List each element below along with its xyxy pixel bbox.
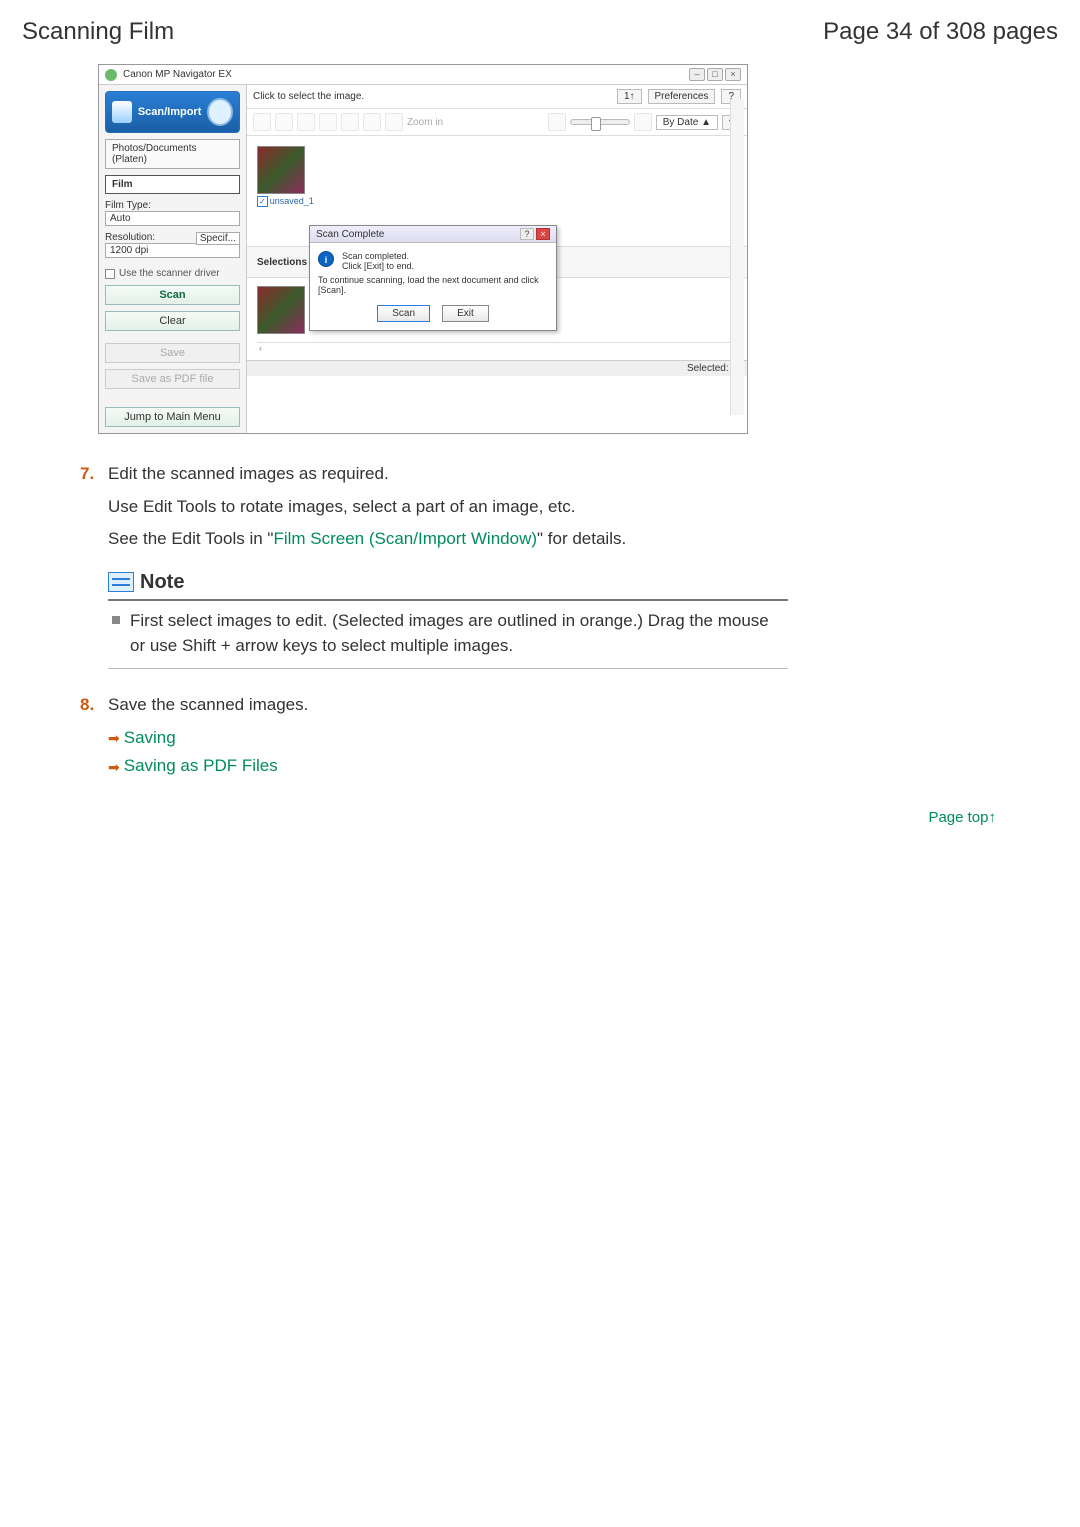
zoom-label: Zoom in: [407, 117, 443, 128]
crop-icon: [341, 113, 359, 131]
dialog-help-button[interactable]: ?: [520, 228, 534, 240]
screenshot: Canon MP Navigator EX – □ × Scan/Import …: [98, 64, 748, 434]
selection-thumbnail[interactable]: [257, 286, 305, 334]
thumbnail-caption: unsaved_1: [270, 196, 314, 206]
grid-icon: [275, 113, 293, 131]
dialog-scan-button[interactable]: Scan: [377, 305, 430, 322]
save-pdf-button: Save as PDF file: [105, 369, 240, 389]
scrollbar[interactable]: [730, 99, 744, 415]
dialog-line2: Click [Exit] to end.: [342, 261, 414, 271]
arrow-icon: ➡: [108, 757, 120, 777]
dialog-title: Scan Complete: [316, 229, 384, 240]
bullet-icon: [112, 616, 120, 624]
info-icon: i: [318, 251, 334, 267]
save-button: Save: [105, 343, 240, 363]
tab-photos[interactable]: Photos/Documents (Platen): [105, 139, 240, 169]
thumb-size-slider[interactable]: [570, 119, 630, 125]
dialog-line1: Scan completed.: [342, 251, 414, 261]
note-icon: [108, 572, 134, 592]
scan-button[interactable]: Scan: [105, 285, 240, 305]
dialog-close-button[interactable]: ×: [536, 228, 550, 240]
dialog-line3: To continue scanning, load the next docu…: [318, 275, 548, 295]
dialog-exit-button[interactable]: Exit: [442, 305, 489, 322]
sort-toggle[interactable]: 1↑: [617, 89, 642, 104]
scan-import-label: Scan/Import: [138, 106, 202, 118]
thumb-checkbox[interactable]: ✓: [257, 196, 268, 207]
app-icon: [105, 69, 117, 81]
page-title: Scanning Film: [22, 18, 174, 46]
use-scanner-driver-checkbox[interactable]: Use the scanner driver: [105, 268, 240, 279]
select-all-icon: [253, 113, 271, 131]
sort-select[interactable]: By Date ▲: [656, 115, 718, 130]
film-type-select[interactable]: Auto: [105, 211, 240, 226]
saving-pdf-link[interactable]: Saving as PDF Files: [124, 754, 278, 779]
rotate-right-icon: [319, 113, 337, 131]
step8-title: Save the scanned images.: [108, 693, 1060, 718]
scan-import-icon: [112, 101, 132, 123]
maximize-button[interactable]: □: [707, 68, 723, 81]
step7-p1: Use Edit Tools to rotate images, select …: [108, 495, 1060, 520]
zoom-icon: [385, 113, 403, 131]
specify-button[interactable]: Specif...: [196, 232, 240, 245]
step7-p2b: " for details.: [537, 529, 626, 548]
selections-label: Selections: [257, 257, 307, 268]
thumb-large-icon: [634, 113, 652, 131]
resolution-label: Resolution: Specif...: [105, 232, 240, 243]
thumbnail[interactable]: ✓unsaved_1: [257, 146, 314, 206]
close-button[interactable]: ×: [725, 68, 741, 81]
film-type-label: Film Type:: [105, 200, 240, 211]
tab-film[interactable]: Film: [105, 175, 240, 194]
step7-title: Edit the scanned images as required.: [108, 462, 1060, 487]
click-select-label: Click to select the image.: [253, 91, 364, 102]
film-screen-link[interactable]: Film Screen (Scan/Import Window): [273, 529, 537, 548]
clear-button[interactable]: Clear: [105, 311, 240, 331]
step7-p2a: See the Edit Tools in ": [108, 529, 273, 548]
saving-link[interactable]: Saving: [124, 726, 176, 751]
scan-complete-dialog: Scan Complete ? × i Scan completed. Clic…: [309, 225, 557, 331]
thumbnail-image: [257, 146, 305, 194]
preferences-button[interactable]: Preferences: [648, 89, 716, 104]
step-number: 8.: [80, 693, 98, 718]
note-body: First select images to edit. (Selected i…: [130, 609, 784, 658]
thumb-small-icon: [548, 113, 566, 131]
scan-import-header: Scan/Import: [105, 91, 240, 133]
page-counter: Page 34 of 308 pages: [823, 18, 1058, 46]
main-menu-button[interactable]: Jump to Main Menu: [105, 407, 240, 427]
minimize-button[interactable]: –: [689, 68, 705, 81]
step-number: 7.: [80, 462, 98, 487]
resolution-select[interactable]: 1200 dpi: [105, 243, 240, 258]
guide-icon[interactable]: [207, 98, 233, 126]
trim-icon: [363, 113, 381, 131]
rotate-left-icon: [297, 113, 315, 131]
checkbox-icon: [105, 269, 115, 279]
note-title: Note: [140, 568, 184, 597]
arrow-icon: ➡: [108, 728, 120, 748]
page-top-link[interactable]: Page top↑: [928, 809, 996, 826]
window-title: Canon MP Navigator EX: [123, 69, 232, 80]
